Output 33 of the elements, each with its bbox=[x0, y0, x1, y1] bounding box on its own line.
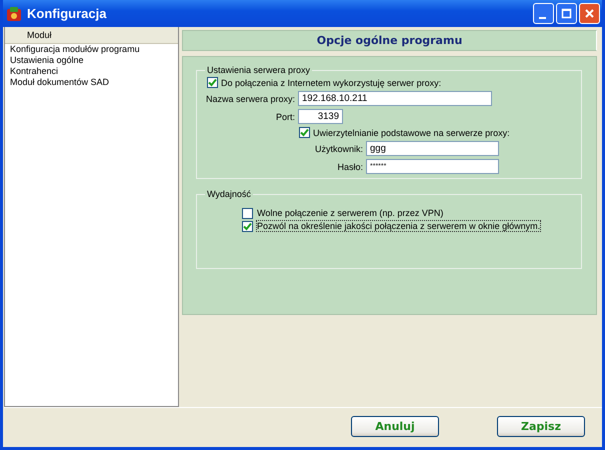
checkbox[interactable] bbox=[242, 208, 253, 218]
input-field[interactable]: ggg bbox=[366, 141, 499, 156]
field-label: Hasło: bbox=[336, 162, 363, 172]
group-legend: Ustawienia serwera proxy bbox=[205, 65, 312, 75]
panel-title: Opcje ogólne programu bbox=[182, 30, 597, 51]
field-label: Nazwa serwera proxy: bbox=[205, 94, 295, 104]
module-item[interactable]: Moduł dokumentów SAD bbox=[5, 77, 178, 88]
column-header: Moduł bbox=[5, 27, 178, 44]
maximize-icon bbox=[561, 8, 572, 19]
checkbox[interactable] bbox=[207, 77, 218, 88]
checkbox[interactable] bbox=[299, 127, 310, 138]
close-icon bbox=[584, 8, 595, 19]
checkbox-label: Pozwól na określenie jakości połączenia z serwerem w oknie głównym. bbox=[256, 220, 542, 232]
module-item[interactable]: Ustawienia ogólne bbox=[5, 55, 178, 66]
group-legend: Wydajność bbox=[205, 189, 253, 199]
field-label: Port: bbox=[274, 112, 295, 122]
checkbox[interactable] bbox=[242, 220, 253, 232]
save-button[interactable]: Zapisz bbox=[497, 416, 585, 437]
close-button[interactable] bbox=[579, 3, 600, 24]
field-label: Użytkownik: bbox=[314, 144, 363, 154]
window-title: Konfiguracja bbox=[27, 6, 106, 21]
checkbox-label: Do połączenia z Internetem wykorzystuję serwer proxy: bbox=[221, 78, 442, 88]
input-field[interactable]: 192.168.10.211 bbox=[298, 91, 492, 106]
minimize-icon bbox=[539, 16, 546, 18]
cancel-button[interactable]: Anuluj bbox=[351, 416, 439, 437]
checkbox-label: Uwierzytelnianie podstawowe na serwerze proxy: bbox=[313, 128, 510, 138]
minimize-button[interactable] bbox=[533, 3, 554, 24]
module-item[interactable]: Kontrahenci bbox=[5, 66, 178, 77]
maximize-button[interactable] bbox=[556, 3, 577, 24]
input-field[interactable]: 3139 bbox=[298, 109, 343, 124]
checkbox-label: Wolne połączenie z serwerem (np. przez VPN) bbox=[256, 207, 444, 219]
module-item[interactable]: Konfiguracja modułów programu bbox=[5, 44, 178, 55]
app-icon bbox=[6, 6, 22, 22]
